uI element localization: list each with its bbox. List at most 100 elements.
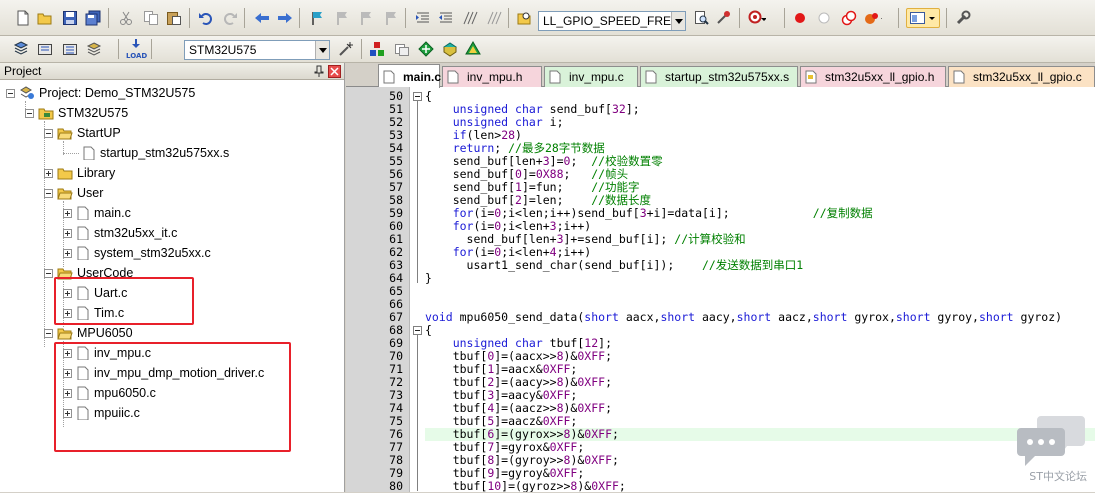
undo-icon[interactable] <box>197 9 215 27</box>
file-icon <box>77 206 89 220</box>
indent-icon[interactable] <box>414 9 432 27</box>
debug-start-icon[interactable] <box>748 9 766 27</box>
new-file-icon[interactable] <box>14 9 32 27</box>
code-line[interactable]: } <box>425 272 1095 285</box>
next-bookmark-icon[interactable] <box>357 9 375 27</box>
tree-group-startup[interactable]: StartUP <box>44 123 121 143</box>
fold-collapse-icon[interactable] <box>413 92 422 101</box>
fold-line <box>417 101 418 283</box>
open-icon[interactable] <box>36 9 54 27</box>
tab-main-c[interactable]: main.c <box>378 64 441 88</box>
group-label: User <box>77 186 104 200</box>
disable-breakpoint-icon[interactable] <box>815 9 833 27</box>
tab-ll-gpio-c[interactable]: stm32u5xx_ll_gpio.c <box>948 66 1095 87</box>
batch-build-icon[interactable] <box>86 40 104 58</box>
tree-group-library[interactable]: Library <box>44 163 115 183</box>
rte-icon[interactable] <box>464 40 482 58</box>
fold-collapse-icon[interactable] <box>413 326 422 335</box>
expand-icon[interactable] <box>63 248 72 258</box>
unindent-icon[interactable] <box>437 9 455 27</box>
window-layout-icon[interactable] <box>906 8 940 28</box>
group-label: Library <box>77 166 116 180</box>
build-icon[interactable] <box>36 40 54 58</box>
pin-icon[interactable] <box>314 65 324 80</box>
manage-project-icon[interactable] <box>368 40 386 58</box>
target-folder-icon <box>38 108 54 120</box>
copy-icon[interactable] <box>142 9 160 27</box>
tab-label: startup_stm32u575xx.s <box>665 70 790 84</box>
code-view[interactable]: { unsigned char send_buf[32]; unsigned c… <box>425 87 1095 492</box>
tab-startup[interactable]: startup_stm32u575xx.s <box>640 66 798 87</box>
back-icon[interactable] <box>253 9 271 27</box>
tree-target[interactable]: STM32U575 <box>25 103 128 123</box>
expand-icon[interactable] <box>44 168 53 178</box>
tree-file[interactable]: stm32u5xx_it.c <box>63 223 177 243</box>
project-pane: Project Project: Demo_STM32U575 STM32U57… <box>0 63 345 492</box>
prev-bookmark-icon[interactable] <box>333 9 351 27</box>
cut-icon[interactable] <box>117 9 135 27</box>
expand-icon[interactable] <box>63 228 72 238</box>
chevron-down-icon[interactable] <box>315 41 329 59</box>
clear-bookmarks-icon[interactable] <box>382 9 400 27</box>
target-combo-value: STM32U575 <box>189 43 257 57</box>
annotation-box-usercode <box>54 277 194 325</box>
tree-file[interactable]: system_stm32u5xx.c <box>63 243 211 263</box>
expand-icon[interactable] <box>63 208 72 218</box>
translate-icon[interactable] <box>12 40 30 58</box>
bookmark-icon[interactable] <box>308 9 326 27</box>
collapse-icon[interactable] <box>25 108 34 118</box>
save-icon[interactable] <box>61 9 79 27</box>
breakpoint-icon[interactable] <box>791 9 809 27</box>
breakpoint-options-icon[interactable] <box>864 9 882 27</box>
tree-group-mpu6050[interactable]: MPU6050 <box>44 323 133 343</box>
target-options-icon[interactable] <box>337 40 355 58</box>
code-line[interactable]: unsigned char i; <box>425 116 1095 129</box>
file-extensions-icon[interactable] <box>393 40 411 58</box>
collapse-icon[interactable] <box>44 268 53 278</box>
tree-file[interactable]: main.c <box>63 203 131 223</box>
target-combo[interactable]: STM32U575 <box>184 40 330 60</box>
save-all-icon[interactable] <box>84 9 102 27</box>
watermark-text: ST中文论坛 <box>1029 470 1087 483</box>
comment-icon[interactable] <box>461 9 479 27</box>
group-label: MPU6050 <box>77 326 133 340</box>
tab-inv-mpu-h[interactable]: inv_mpu.h <box>442 66 542 87</box>
file-icon <box>953 70 965 84</box>
uncomment-icon[interactable] <box>485 9 503 27</box>
file-label: startup_stm32u575xx.s <box>100 146 230 160</box>
kill-breakpoints-icon[interactable] <box>840 9 858 27</box>
code-line[interactable]: tbuf[10]=(gyroz>>8)&0XFF; <box>425 480 1095 493</box>
tree-group-user[interactable]: User <box>44 183 103 203</box>
code-line[interactable]: usart1_send_char(send_buf[i]); //发送数据到串口… <box>425 259 1095 272</box>
code-line[interactable] <box>425 285 1095 298</box>
tab-ll-gpio-h[interactable]: stm32u5xx_ll_gpio.h <box>800 66 946 87</box>
configure-icon[interactable] <box>954 9 972 27</box>
project-label: Project: Demo_STM32U575 <box>39 86 196 100</box>
browse-icon[interactable] <box>714 9 732 27</box>
tree-project-root[interactable]: Project: Demo_STM32U575 <box>6 83 195 103</box>
pane-header: Project <box>0 63 344 80</box>
tree-file[interactable]: startup_stm32u575xx.s <box>82 143 229 163</box>
forward-icon[interactable] <box>276 9 294 27</box>
collapse-icon[interactable] <box>44 128 53 138</box>
load-icon[interactable]: LOAD <box>125 38 147 60</box>
find-in-files-icon[interactable] <box>515 9 533 27</box>
collapse-icon[interactable] <box>44 188 53 198</box>
file-icon <box>549 70 561 84</box>
annotation-box-mpu6050 <box>54 342 291 452</box>
redo-icon[interactable] <box>221 9 239 27</box>
pack-installer-icon[interactable] <box>441 40 459 58</box>
define-combo-value: LL_GPIO_SPEED_FREQ_LC <box>543 14 671 28</box>
close-icon[interactable] <box>328 65 341 78</box>
chevron-down-icon[interactable] <box>671 12 685 30</box>
rebuild-icon[interactable] <box>61 40 79 58</box>
code-line[interactable]: void mpu6050_send_data(short aacx,short … <box>425 311 1095 324</box>
find-icon[interactable] <box>692 9 710 27</box>
define-combo[interactable]: LL_GPIO_SPEED_FREQ_LC <box>538 11 686 31</box>
target-label: STM32U575 <box>58 106 129 120</box>
collapse-icon[interactable] <box>6 88 15 98</box>
collapse-icon[interactable] <box>44 328 53 338</box>
tab-inv-mpu-c[interactable]: inv_mpu.c <box>544 66 638 87</box>
select-packs-icon[interactable] <box>417 40 435 58</box>
paste-icon[interactable] <box>165 9 183 27</box>
